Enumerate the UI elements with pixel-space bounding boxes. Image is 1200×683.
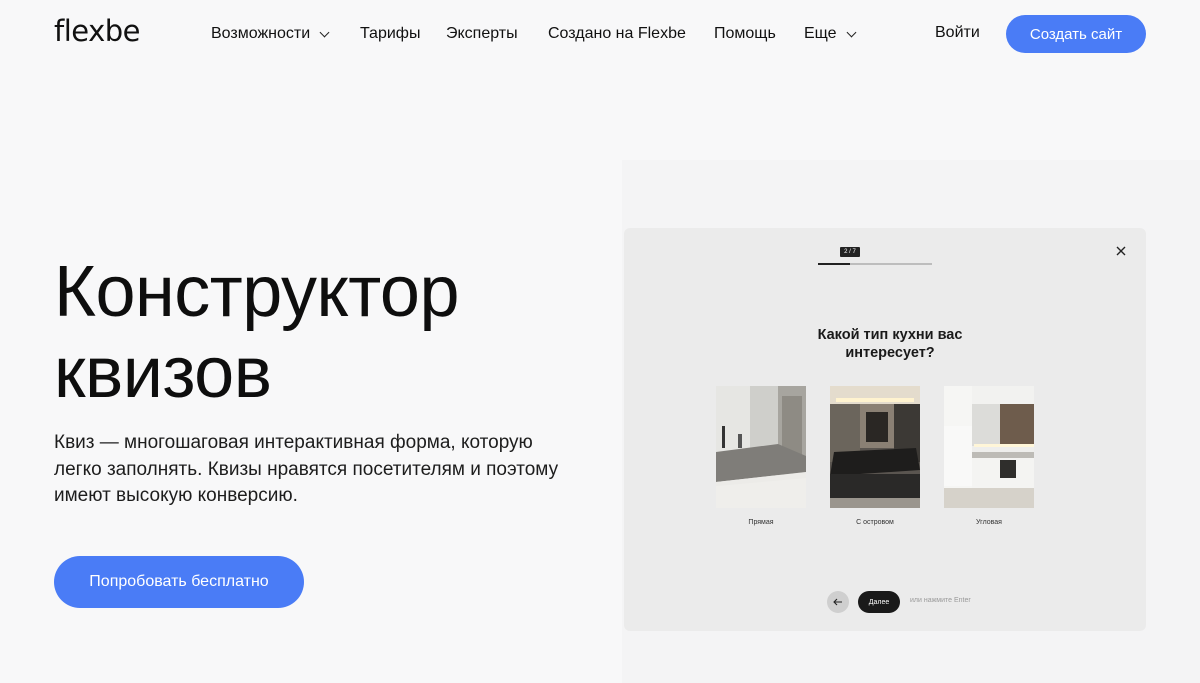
option-label: Угловая — [976, 519, 1002, 526]
try-free-button[interactable]: Попробовать бесплатно — [54, 556, 304, 608]
arrow-left-icon — [833, 598, 842, 606]
back-button[interactable] — [827, 591, 849, 613]
quiz-option-straight[interactable]: Прямая — [716, 386, 806, 526]
option-label: Прямая — [748, 519, 774, 526]
nav-item-pricing[interactable]: Тарифы — [360, 24, 420, 44]
quiz-question: Какой тип кухни вас интересует? — [817, 327, 963, 361]
next-button[interactable]: Далее — [858, 591, 900, 613]
kitchen-image — [830, 386, 920, 508]
nav-item-experts[interactable]: Эксперты — [446, 24, 518, 44]
nav-item-label: Возможности — [211, 25, 311, 42]
nav-item-help[interactable]: Помощь — [714, 24, 776, 44]
title-line-1: Конструктор — [54, 252, 460, 332]
logo[interactable]: flexbe — [54, 14, 141, 48]
progress-bar — [818, 263, 932, 265]
kitchen-image — [716, 386, 806, 508]
kitchen-image — [944, 386, 1034, 508]
close-icon[interactable] — [1114, 244, 1128, 258]
chevron-down-icon — [319, 27, 330, 37]
nav-item-more[interactable]: Еще — [804, 24, 857, 44]
hero-description: Квиз — многошаговая интерактивная форма,… — [54, 432, 559, 506]
chevron-down-icon — [846, 27, 857, 37]
nav-item-label: Тарифы — [360, 25, 421, 42]
quiz-preview: 2 / 7 Какой тип кухни вас интересует? Пр… — [624, 228, 1146, 631]
step-badge: 2 / 7 — [840, 247, 860, 257]
quiz-option-corner[interactable]: Угловая — [944, 386, 1034, 526]
page-title: Конструктор квизов — [54, 252, 594, 414]
create-site-button[interactable]: Создать сайт — [1006, 15, 1146, 53]
nav-item-features[interactable]: Возможности — [211, 24, 330, 44]
nav-item-label: Эксперты — [446, 25, 518, 42]
nav-item-label: Помощь — [714, 25, 776, 42]
nav-item-showcase[interactable]: Создано на Flexbe — [548, 24, 686, 44]
nav-item-label: Еще — [804, 25, 837, 42]
login-link[interactable]: Войти — [935, 24, 980, 42]
progress-fill — [818, 263, 850, 265]
title-line-2: квизов — [54, 333, 272, 413]
quiz-option-island[interactable]: С островом — [830, 386, 920, 526]
nav-item-label: Создано на Flexbe — [548, 25, 686, 42]
enter-hint: или нажмите Enter — [910, 597, 971, 604]
site-header: flexbe Возможности Тарифы Эксперты Созда… — [0, 0, 1200, 68]
option-label: С островом — [856, 519, 894, 526]
